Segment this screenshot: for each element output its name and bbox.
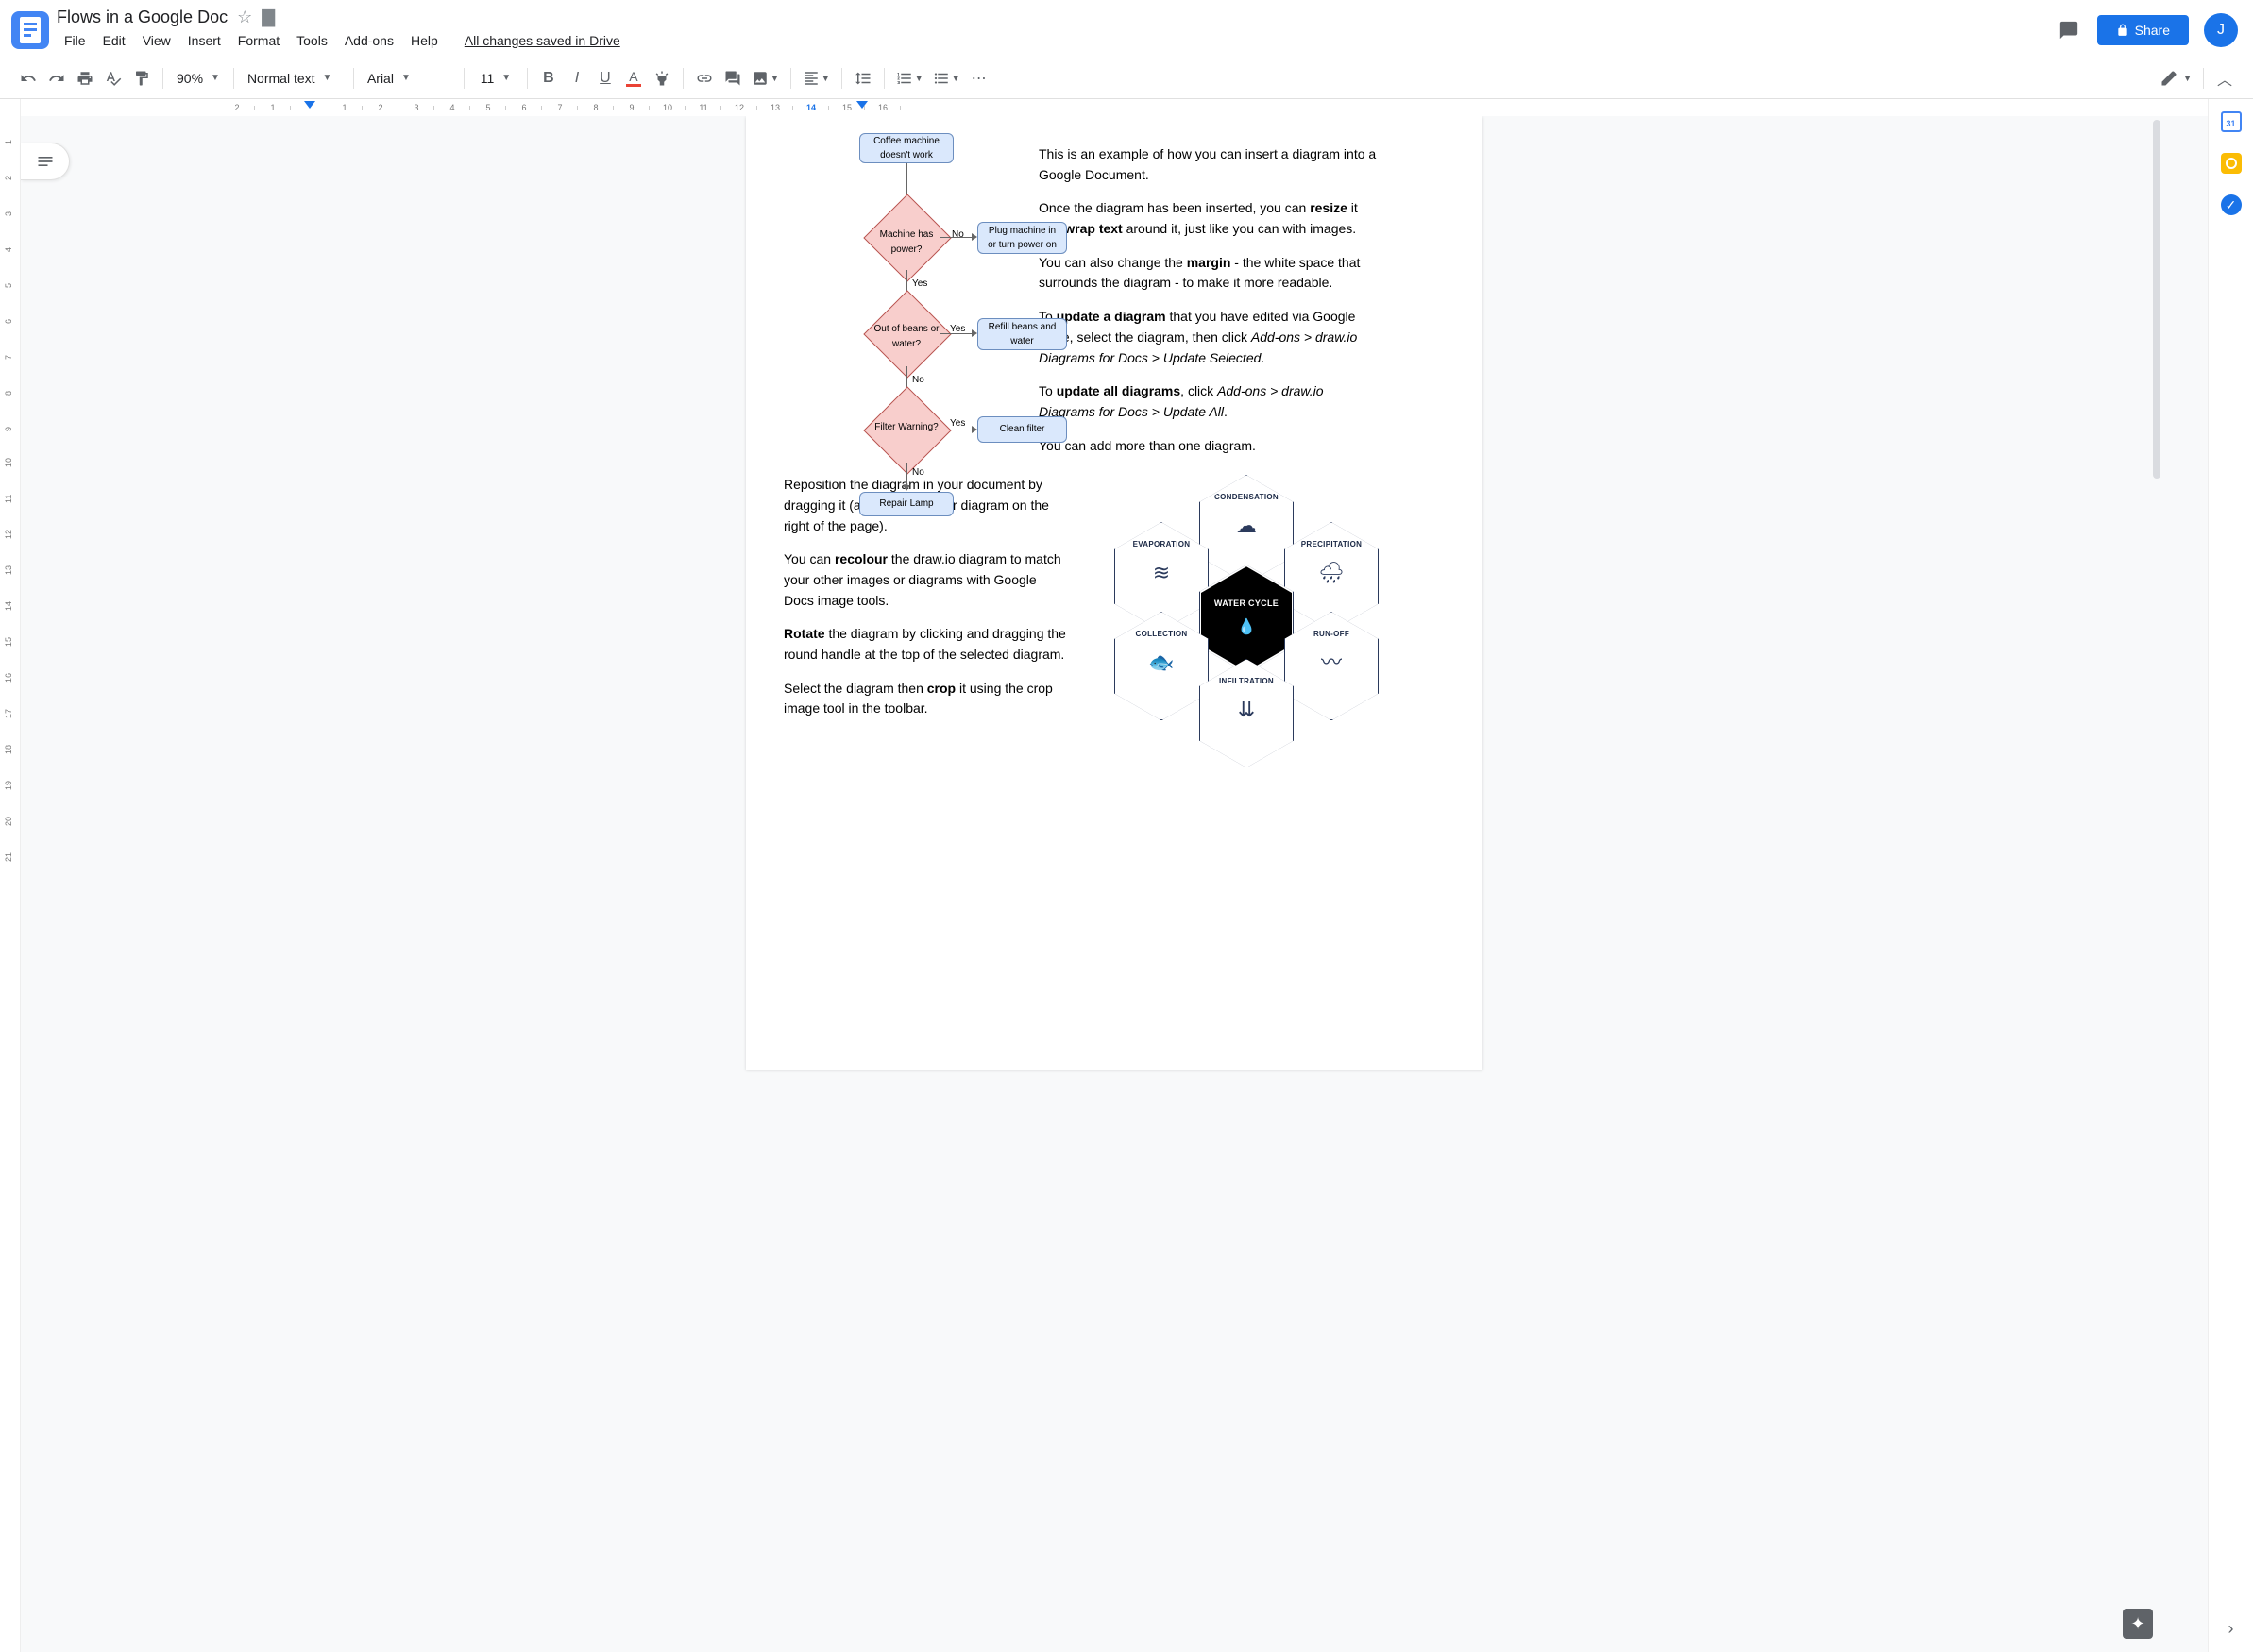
- page[interactable]: Coffee machine doesn't work Machine has …: [746, 116, 1482, 1070]
- move-folder-icon[interactable]: ▇: [262, 8, 275, 27]
- bold-button[interactable]: B: [535, 65, 562, 92]
- font-select[interactable]: Arial▼: [362, 65, 456, 92]
- flow-action-refill: Refill beans and water: [977, 318, 1067, 350]
- editing-mode-button[interactable]: ▼: [2157, 65, 2195, 92]
- menu-help[interactable]: Help: [403, 29, 446, 52]
- menu-view[interactable]: View: [135, 29, 178, 52]
- flow-action-clean: Clean filter: [977, 416, 1067, 443]
- vertical-ruler: 1 2 3 4 5 6 7 8 9 10 11 12 13 14 15 16 1…: [0, 99, 21, 1652]
- droplet-icon: 💧: [1237, 616, 1256, 640]
- side-panel: 31 ✓ ›: [2208, 99, 2253, 1652]
- menubar: File Edit View Insert Format Tools Add-o…: [57, 29, 2048, 52]
- insert-link-button[interactable]: [691, 65, 718, 92]
- line-spacing-button[interactable]: [850, 65, 876, 92]
- hide-sidepanel-button[interactable]: ›: [2228, 1619, 2234, 1639]
- add-comment-button[interactable]: [720, 65, 746, 92]
- star-icon[interactable]: ☆: [237, 8, 252, 27]
- menu-tools[interactable]: Tools: [289, 29, 335, 52]
- save-status[interactable]: All changes saved in Drive: [457, 29, 628, 52]
- document-canvas[interactable]: 2112345678910111213141516 Coffee machine…: [21, 99, 2208, 1652]
- water-cycle-diagram[interactable]: CONDENSATION☁ EVAPORATION≋ PRECIPITATION…: [1095, 475, 1398, 758]
- docs-logo[interactable]: [11, 11, 49, 49]
- body-text-1: This is an example of how you can insert…: [1039, 144, 1379, 456]
- spellcheck-button[interactable]: [100, 65, 127, 92]
- font-size-select[interactable]: 11▼: [472, 65, 519, 92]
- account-avatar[interactable]: J: [2204, 13, 2238, 47]
- flow-decision-beans: Out of beans or water?: [869, 322, 944, 351]
- paint-format-button[interactable]: [128, 65, 155, 92]
- rain-icon: 🌧: [1318, 557, 1345, 589]
- text-color-button[interactable]: A: [620, 65, 647, 92]
- menu-file[interactable]: File: [57, 29, 93, 52]
- zoom-select[interactable]: 90%▼: [171, 65, 226, 92]
- flow-action-plug: Plug machine in or turn power on: [977, 222, 1067, 254]
- insert-image-button[interactable]: ▼: [748, 65, 783, 92]
- menu-insert[interactable]: Insert: [180, 29, 229, 52]
- horizontal-ruler: 2112345678910111213141516: [21, 99, 2208, 116]
- flow-start: Coffee machine doesn't work: [859, 133, 954, 163]
- menu-addons[interactable]: Add-ons: [337, 29, 401, 52]
- calendar-sidebar-icon[interactable]: 31: [2220, 110, 2243, 133]
- keep-sidebar-icon[interactable]: [2220, 152, 2243, 175]
- document-title[interactable]: Flows in a Google Doc: [57, 8, 228, 27]
- paragraph-style-select[interactable]: Normal text▼: [242, 65, 346, 92]
- print-button[interactable]: [72, 65, 98, 92]
- steam-icon: ≋: [1153, 557, 1170, 589]
- more-button[interactable]: ⋯: [966, 65, 992, 92]
- share-button[interactable]: Share: [2097, 15, 2189, 45]
- hide-menus-button[interactable]: ︿: [2211, 65, 2238, 92]
- underline-button[interactable]: U: [592, 65, 618, 92]
- bulleted-list-button[interactable]: ▼: [929, 65, 964, 92]
- align-button[interactable]: ▼: [799, 65, 834, 92]
- undo-button[interactable]: [15, 65, 42, 92]
- collection-icon: 🐟: [1148, 647, 1174, 679]
- explore-button[interactable]: ✦: [2123, 1609, 2153, 1639]
- flowchart-diagram[interactable]: Coffee machine doesn't work Machine has …: [822, 133, 1067, 520]
- tasks-sidebar-icon[interactable]: ✓: [2220, 194, 2243, 216]
- flow-decision-filter: Filter Warning?: [869, 420, 944, 435]
- menu-format[interactable]: Format: [230, 29, 287, 52]
- numbered-list-button[interactable]: ▼: [892, 65, 927, 92]
- scrollbar-thumb[interactable]: [2153, 120, 2160, 479]
- flow-end: Repair Lamp: [859, 492, 954, 516]
- cloud-icon: ☁: [1236, 510, 1257, 542]
- redo-button[interactable]: [43, 65, 70, 92]
- italic-button[interactable]: I: [564, 65, 590, 92]
- infiltration-icon: ⇊: [1238, 694, 1255, 726]
- left-indent-marker[interactable]: [304, 101, 315, 109]
- highlight-button[interactable]: [649, 65, 675, 92]
- menu-edit[interactable]: Edit: [95, 29, 133, 52]
- toolbar: 90%▼ Normal text▼ Arial▼ 11▼ B I U A ▼ ▼…: [0, 58, 2253, 99]
- runoff-icon: 〰: [1321, 647, 1342, 679]
- comments-icon[interactable]: [2056, 17, 2082, 43]
- flow-decision-power: Machine has power?: [869, 228, 944, 257]
